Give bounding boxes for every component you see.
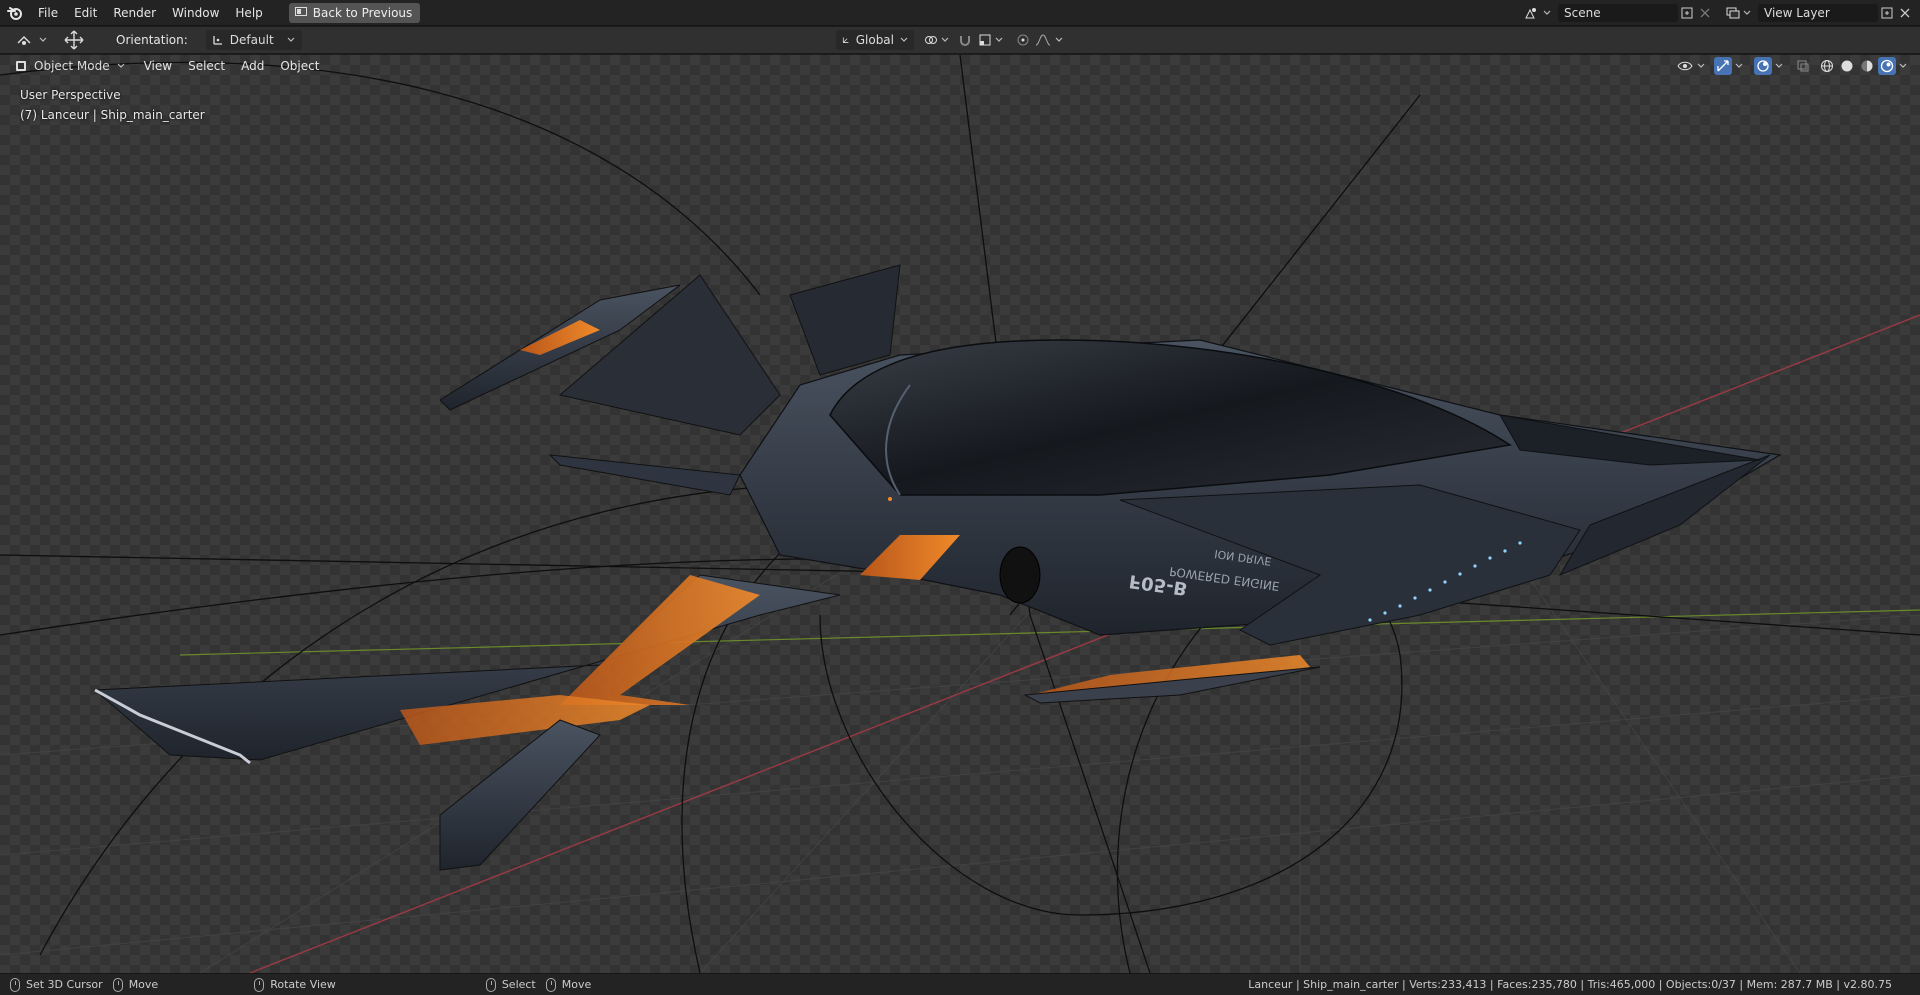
mouse-middle-icon — [254, 977, 265, 992]
status-move-2: Move — [536, 977, 592, 992]
status-label: Rotate View — [270, 978, 336, 991]
view-layer-chevron-down-icon[interactable] — [1742, 8, 1752, 18]
editor-type-dropdown[interactable] — [10, 30, 54, 50]
tool-settings-header: Orientation: Default Global — [0, 27, 1920, 54]
menu-file[interactable]: File — [30, 0, 66, 26]
perspective-label: User Perspective — [20, 88, 121, 102]
viewport-header: Object Mode View Select Add Object — [0, 55, 1920, 77]
scene-name: Scene — [1564, 6, 1601, 20]
blender-logo-icon[interactable] — [0, 0, 30, 26]
mouse-middle-icon — [112, 977, 123, 992]
viewport-menu-view[interactable]: View — [136, 55, 180, 77]
menu-window[interactable]: Window — [164, 0, 227, 26]
view-layer-icon[interactable] — [1724, 4, 1742, 22]
overlays-chevron-down-icon[interactable] — [1774, 61, 1784, 71]
shading-rendered-icon[interactable] — [1878, 57, 1896, 75]
new-scene-icon[interactable] — [1678, 4, 1696, 22]
status-bar: Set 3D Cursor Move Rotate View Select Mo… — [0, 973, 1920, 995]
status-move-1: Move — [103, 977, 159, 992]
scene-controls: Scene View Layer — [1522, 0, 1920, 26]
back-to-previous-label: Back to Previous — [312, 5, 413, 20]
shading-chevron-down-icon[interactable] — [1898, 61, 1908, 71]
view-layer-field[interactable]: View Layer — [1758, 4, 1878, 22]
viewport-shading-controls — [1676, 55, 1908, 77]
orientation-dropdown[interactable]: Default — [205, 30, 302, 50]
back-to-previous-button[interactable]: Back to Previous — [288, 2, 421, 23]
pivot-chevron-down-icon[interactable] — [940, 35, 950, 45]
object-mode-icon — [16, 61, 26, 71]
gizmo-chevron-down-icon[interactable] — [1734, 61, 1744, 71]
object-mode-dropdown[interactable]: Object Mode — [12, 56, 132, 76]
status-set-3d-cursor: Set 3D Cursor — [0, 977, 103, 992]
scene-icon[interactable] — [1522, 4, 1540, 22]
menu-help[interactable]: Help — [227, 0, 270, 26]
falloff-curve-icon[interactable] — [1034, 31, 1052, 49]
status-label: Move — [561, 978, 592, 991]
menu-render[interactable]: Render — [105, 0, 164, 26]
mouse-right-icon — [545, 977, 556, 992]
global-axes-icon — [842, 37, 849, 43]
gizmo-icon[interactable] — [1714, 57, 1732, 75]
status-rotate-view: Rotate View — [158, 977, 336, 992]
new-view-layer-icon[interactable] — [1878, 4, 1896, 22]
proportional-editing-icon[interactable] — [1014, 31, 1032, 49]
status-label: Set 3D Cursor — [26, 978, 103, 991]
shading-wireframe-icon[interactable] — [1818, 57, 1836, 75]
viewport-menu-add[interactable]: Add — [233, 55, 272, 77]
viewport-menu-select[interactable]: Select — [180, 55, 233, 77]
delete-scene-icon[interactable] — [1696, 4, 1714, 22]
delete-view-layer-icon[interactable] — [1896, 4, 1914, 22]
move-tool-icon[interactable] — [62, 30, 86, 50]
view-layer-name: View Layer — [1764, 6, 1830, 20]
transform-orientation-dropdown[interactable]: Global — [836, 30, 914, 50]
snap-target-icon[interactable] — [976, 31, 994, 49]
viewport-scene: ION DRIVE POWERED ENGINE F05-B — [0, 55, 1920, 973]
mouse-left-icon — [10, 977, 20, 992]
xray-toggle-icon[interactable] — [1794, 57, 1812, 75]
chevron-down-icon — [116, 61, 126, 71]
transform-orientation-value: Global — [855, 33, 894, 47]
orientation-value: Default — [229, 33, 274, 47]
snap-chevron-down-icon[interactable] — [994, 35, 1004, 45]
screen-icon — [294, 6, 307, 20]
status-label: Move — [128, 978, 159, 991]
shading-material-icon[interactable] — [1858, 57, 1876, 75]
chevron-down-icon — [900, 35, 908, 45]
snap-magnet-icon[interactable] — [956, 31, 974, 49]
visibility-chevron-down-icon[interactable] — [1696, 61, 1706, 71]
chevron-down-icon — [286, 35, 296, 45]
orientation-label: Orientation: — [116, 33, 188, 47]
visibility-eye-icon[interactable] — [1676, 57, 1694, 75]
3d-viewport[interactable]: ION DRIVE POWERED ENGINE F05-B User Pers… — [0, 55, 1920, 973]
menu-edit[interactable]: Edit — [66, 0, 105, 26]
overlays-icon[interactable] — [1754, 57, 1772, 75]
scene-statistics: Lanceur | Ship_main_carter | Verts:233,4… — [1248, 978, 1892, 991]
top-bar: File Edit Render Window Help Back to Pre… — [0, 0, 1920, 26]
object-mode-value: Object Mode — [34, 59, 110, 73]
chevron-down-icon — [38, 35, 48, 45]
editor-type-icon — [17, 36, 31, 45]
viewport-menu-object[interactable]: Object — [272, 55, 327, 77]
falloff-chevron-down-icon[interactable] — [1054, 35, 1064, 45]
pivot-point-icon[interactable] — [922, 31, 940, 49]
orientation-icon — [213, 36, 222, 45]
scene-chevron-down-icon[interactable] — [1542, 8, 1552, 18]
active-object-label: (7) Lanceur | Ship_main_carter — [20, 108, 205, 122]
shading-solid-icon[interactable] — [1838, 57, 1856, 75]
status-select: Select — [336, 977, 536, 992]
mouse-left-icon — [485, 977, 496, 992]
scene-field[interactable]: Scene — [1558, 4, 1678, 22]
status-label: Select — [501, 978, 536, 991]
